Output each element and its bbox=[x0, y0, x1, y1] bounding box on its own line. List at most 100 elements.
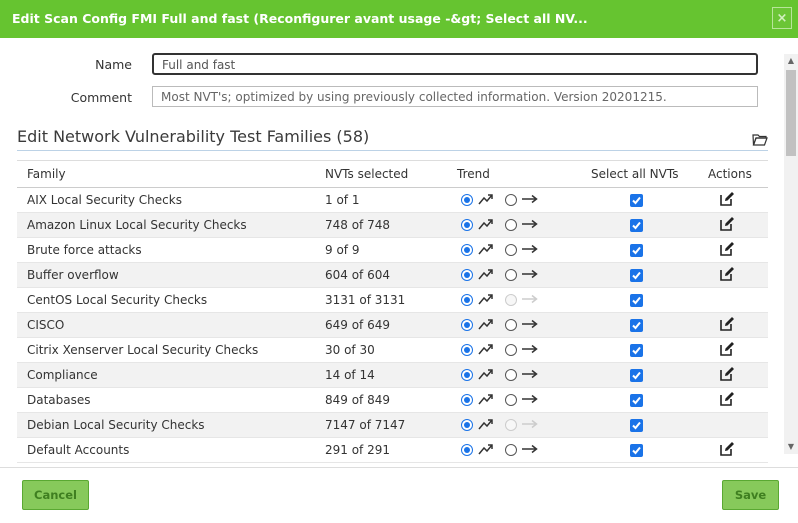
trend-static-radio[interactable] bbox=[505, 394, 517, 406]
name-input[interactable]: Full and fast bbox=[152, 53, 758, 75]
header-actions: Actions bbox=[708, 167, 752, 181]
select-all-checkbox[interactable] bbox=[630, 419, 643, 432]
trend-static-icon bbox=[522, 394, 538, 404]
trend-dynamic-radio[interactable] bbox=[461, 244, 473, 256]
table-row: Databases 849 of 849 bbox=[17, 388, 768, 413]
trend-static-radio[interactable] bbox=[505, 244, 517, 256]
table-row: Brute force attacks 9 of 9 bbox=[17, 238, 768, 263]
select-all-checkbox[interactable] bbox=[630, 369, 643, 382]
family-name: Databases bbox=[27, 393, 91, 407]
trend-static-radio[interactable] bbox=[505, 369, 517, 381]
trend-dynamic-radio[interactable] bbox=[461, 369, 473, 381]
trend-dynamic-icon bbox=[478, 269, 493, 280]
trend-dynamic-radio[interactable] bbox=[461, 319, 473, 331]
select-all-checkbox[interactable] bbox=[630, 219, 643, 232]
family-name: Debian Local Security Checks bbox=[27, 418, 205, 432]
dialog-title-bar[interactable]: Edit Scan Config FMI Full and fast (Reco… bbox=[0, 0, 798, 38]
cancel-button[interactable]: Cancel bbox=[22, 480, 89, 510]
select-all-checkbox[interactable] bbox=[630, 269, 643, 282]
family-name: Buffer overflow bbox=[27, 268, 119, 282]
select-all-checkbox[interactable] bbox=[630, 344, 643, 357]
trend-dynamic-icon bbox=[478, 244, 493, 255]
trend-dynamic-radio[interactable] bbox=[461, 444, 473, 456]
nvts-selected: 649 of 649 bbox=[325, 318, 391, 332]
family-name: Amazon Linux Local Security Checks bbox=[27, 218, 247, 232]
nvts-selected: 9 of 9 bbox=[325, 243, 360, 257]
trend-static-icon bbox=[522, 444, 538, 454]
trend-dynamic-radio[interactable] bbox=[461, 269, 473, 281]
trend-static-radio[interactable] bbox=[505, 294, 517, 306]
comment-input[interactable]: Most NVT's; optimized by using previousl… bbox=[152, 86, 758, 107]
trend-static-radio[interactable] bbox=[505, 194, 517, 206]
trend-static-radio[interactable] bbox=[505, 419, 517, 431]
edit-icon[interactable] bbox=[719, 341, 735, 357]
trend-dynamic-icon bbox=[478, 294, 493, 305]
nvts-selected: 30 of 30 bbox=[325, 343, 375, 357]
check-icon bbox=[632, 396, 641, 405]
edit-icon[interactable] bbox=[719, 366, 735, 382]
trend-static-radio[interactable] bbox=[505, 444, 517, 456]
select-all-checkbox[interactable] bbox=[630, 294, 643, 307]
table-row: Compliance 14 of 14 bbox=[17, 363, 768, 388]
trend-dynamic-radio[interactable] bbox=[461, 344, 473, 356]
select-all-checkbox[interactable] bbox=[630, 194, 643, 207]
edit-icon[interactable] bbox=[719, 441, 735, 457]
select-all-checkbox[interactable] bbox=[630, 394, 643, 407]
nvts-selected: 748 of 748 bbox=[325, 218, 391, 232]
scroll-up-icon[interactable]: ▲ bbox=[784, 54, 798, 68]
trend-dynamic-radio[interactable] bbox=[461, 219, 473, 231]
trend-dynamic-icon bbox=[478, 194, 493, 205]
scroll-down-icon[interactable]: ▼ bbox=[784, 440, 798, 454]
trend-static-icon bbox=[522, 319, 538, 329]
trend-dynamic-radio[interactable] bbox=[461, 419, 473, 431]
check-icon bbox=[632, 321, 641, 330]
dialog-title: Edit Scan Config FMI Full and fast (Reco… bbox=[12, 11, 588, 26]
select-all-checkbox[interactable] bbox=[630, 444, 643, 457]
family-name: Compliance bbox=[27, 368, 98, 382]
header-nvts-selected[interactable]: NVTs selected bbox=[325, 167, 408, 181]
check-icon bbox=[632, 196, 641, 205]
trend-static-icon bbox=[522, 344, 538, 354]
header-select-all[interactable]: Select all NVTs bbox=[591, 167, 678, 181]
family-name: Citrix Xenserver Local Security Checks bbox=[27, 343, 259, 357]
table-row: Amazon Linux Local Security Checks 748 o… bbox=[17, 213, 768, 238]
edit-icon[interactable] bbox=[719, 316, 735, 332]
table-row: Default Accounts 291 of 291 bbox=[17, 438, 768, 463]
trend-static-icon bbox=[522, 194, 538, 204]
trend-static-radio[interactable] bbox=[505, 219, 517, 231]
trend-dynamic-radio[interactable] bbox=[461, 294, 473, 306]
header-trend[interactable]: Trend bbox=[457, 167, 490, 181]
trend-static-icon bbox=[522, 244, 538, 254]
trend-static-radio[interactable] bbox=[505, 319, 517, 331]
edit-icon[interactable] bbox=[719, 216, 735, 232]
trend-static-icon bbox=[522, 369, 538, 379]
check-icon bbox=[632, 421, 641, 430]
trend-dynamic-radio[interactable] bbox=[461, 194, 473, 206]
trend-static-icon bbox=[522, 219, 538, 229]
trend-static-icon bbox=[522, 269, 538, 279]
select-all-checkbox[interactable] bbox=[630, 319, 643, 332]
header-family[interactable]: Family bbox=[27, 167, 66, 181]
edit-icon[interactable] bbox=[719, 266, 735, 282]
check-icon bbox=[632, 296, 641, 305]
nvts-selected: 291 of 291 bbox=[325, 443, 391, 457]
family-name: AIX Local Security Checks bbox=[27, 193, 182, 207]
select-all-checkbox[interactable] bbox=[630, 244, 643, 257]
trend-dynamic-icon bbox=[478, 369, 493, 380]
save-button[interactable]: Save bbox=[722, 480, 779, 510]
check-icon bbox=[632, 271, 641, 280]
nvts-selected: 7147 of 7147 bbox=[325, 418, 406, 432]
edit-icon[interactable] bbox=[719, 241, 735, 257]
edit-icon[interactable] bbox=[719, 191, 735, 207]
folder-icon[interactable] bbox=[752, 133, 768, 147]
trend-static-radio[interactable] bbox=[505, 344, 517, 356]
check-icon bbox=[632, 346, 641, 355]
trend-dynamic-radio[interactable] bbox=[461, 394, 473, 406]
table-row: Debian Local Security Checks 7147 of 714… bbox=[17, 413, 768, 438]
edit-icon[interactable] bbox=[719, 391, 735, 407]
nvt-families-table: Family NVTs selected Trend Select all NV… bbox=[17, 160, 768, 463]
scroll-thumb[interactable] bbox=[786, 70, 796, 156]
trend-static-radio[interactable] bbox=[505, 269, 517, 281]
close-icon[interactable]: × bbox=[772, 7, 792, 29]
scrollbar[interactable]: ▲ ▼ bbox=[784, 54, 798, 454]
